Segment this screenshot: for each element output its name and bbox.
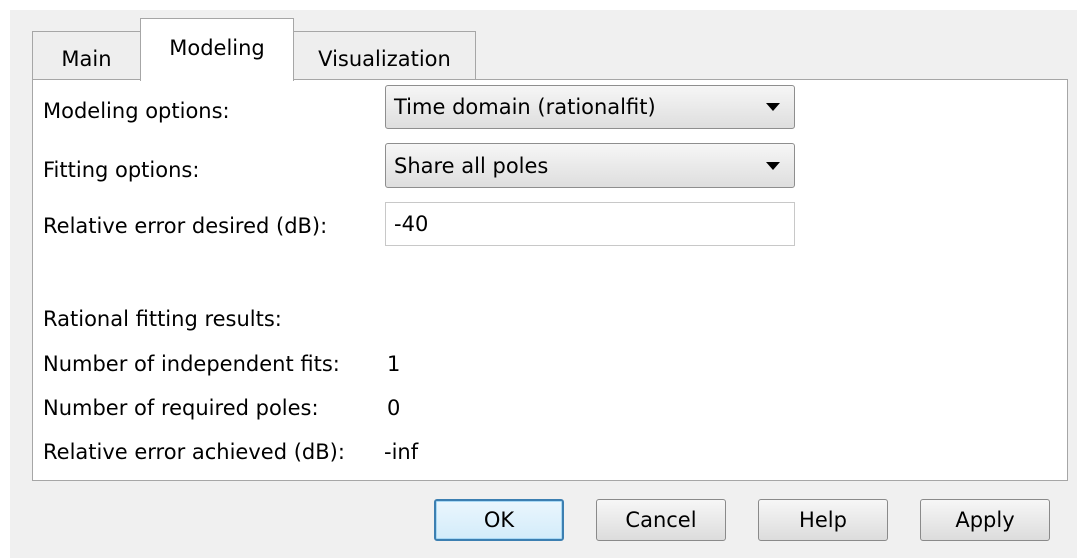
fitting-options-value: Share all poles (394, 153, 549, 178)
fitting-options-label: Fitting options: (43, 158, 200, 182)
modeling-options-dropdown[interactable]: Time domain (rationalfit) (385, 85, 795, 129)
modeling-options-value: Time domain (rationalfit) (394, 95, 656, 119)
help-button[interactable]: Help (758, 499, 888, 541)
relative-error-value: -40 (394, 212, 429, 236)
tab-visualization-label: Visualization (318, 47, 451, 71)
required-poles-value: 0 (387, 396, 401, 420)
relative-error-label: Relative error desired (dB): (43, 214, 328, 238)
required-poles-label: Number of required poles: (43, 396, 319, 420)
ok-button[interactable]: OK (434, 499, 564, 541)
tab-modeling-label: Modeling (169, 36, 265, 60)
tab-main[interactable]: Main (32, 31, 141, 80)
chevron-down-icon (766, 161, 780, 170)
tab-main-label: Main (61, 47, 112, 71)
fitting-options-dropdown[interactable]: Share all poles (385, 143, 795, 188)
apply-button-label: Apply (955, 508, 1015, 532)
tab-visualization[interactable]: Visualization (293, 31, 476, 80)
help-button-label: Help (799, 508, 847, 532)
independent-fits-label: Number of independent fits: (43, 352, 340, 376)
error-achieved-label: Relative error achieved (dB): (43, 440, 345, 464)
apply-button[interactable]: Apply (920, 499, 1050, 541)
results-heading: Rational fitting results: (43, 307, 282, 331)
chevron-down-icon (766, 103, 780, 111)
block-parameters-dialog: Main Modeling Visualization Modeling opt… (10, 10, 1077, 558)
relative-error-input[interactable]: -40 (385, 202, 795, 246)
independent-fits-value: 1 (387, 352, 401, 376)
cancel-button[interactable]: Cancel (596, 499, 726, 541)
ok-button-label: OK (483, 508, 515, 532)
cancel-button-label: Cancel (625, 508, 697, 532)
modeling-panel: Modeling options: Time domain (rationalf… (32, 79, 1068, 481)
modeling-options-label: Modeling options: (43, 99, 230, 123)
error-achieved-value: -inf (384, 440, 419, 464)
tab-modeling[interactable]: Modeling (140, 18, 294, 81)
